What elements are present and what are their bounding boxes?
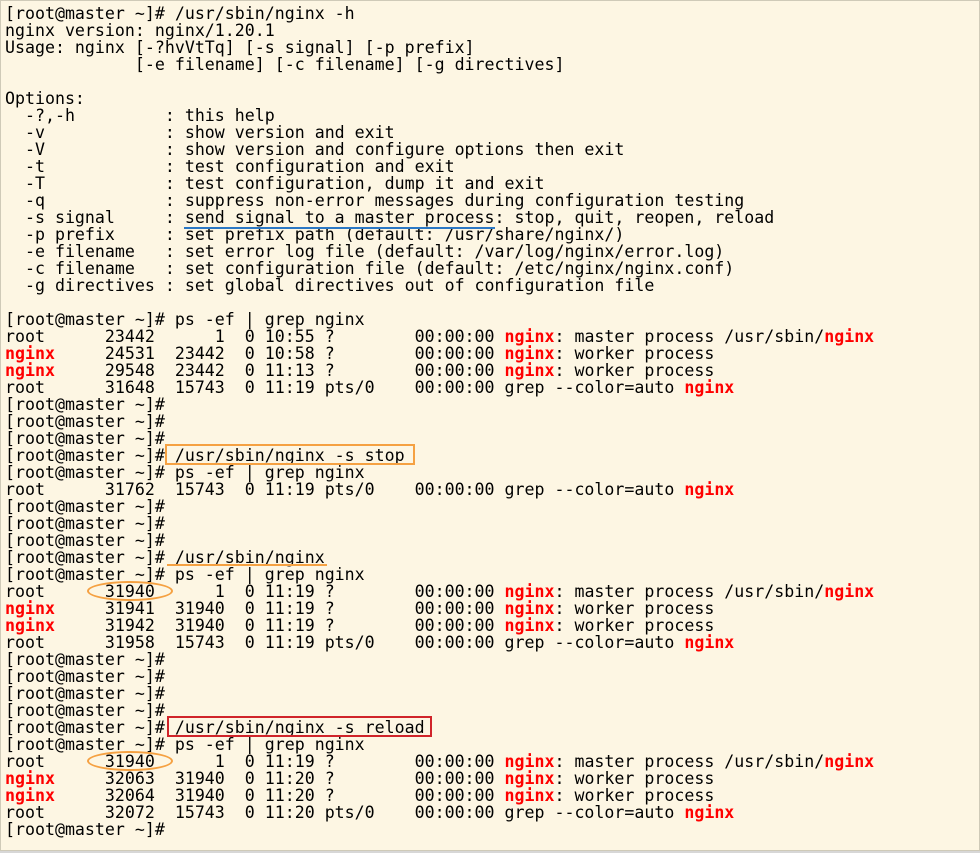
terminal-line: -T : test configuration, dump it and exi… [5, 175, 874, 192]
highlighted-match: nginx [824, 582, 875, 601]
terminal-line: root 31648 15743 0 11:19 pts/0 00:00:00 … [5, 379, 874, 396]
terminal-line: [root@master ~]# [5, 685, 874, 702]
terminal-line: root 31958 15743 0 11:19 pts/0 00:00:00 … [5, 634, 874, 651]
terminal-line: -V : show version and configure options … [5, 141, 874, 158]
terminal-line: nginx 32063 31940 0 11:20 ? 00:00:00 ngi… [5, 770, 874, 787]
highlighted-match: nginx [684, 480, 735, 499]
terminal-window[interactable]: [root@master ~]# /usr/sbin/nginx -h nginx… [0, 0, 980, 851]
terminal-line: [root@master ~]# [5, 668, 874, 685]
terminal-line: [root@master ~]# [5, 396, 874, 413]
terminal-line: [-e filename] [-c filename] [-g directiv… [5, 56, 874, 73]
terminal-line: [root@master ~]# /usr/sbin/nginx [5, 549, 874, 566]
terminal-line: -g directives : set global directives ou… [5, 277, 874, 294]
terminal-line: [root@master ~]# [5, 532, 874, 549]
highlighted-match: nginx [824, 327, 875, 346]
terminal-line: root 31762 15743 0 11:19 pts/0 00:00:00 … [5, 481, 874, 498]
terminal-line: -?,-h : this help [5, 107, 874, 124]
terminal-line: [root@master ~]# /usr/sbin/nginx -s stop [5, 447, 874, 464]
terminal-line: nginx 29548 23442 0 11:13 ? 00:00:00 ngi… [5, 362, 874, 379]
highlighted-match: nginx [684, 378, 735, 397]
terminal-line: [root@master ~]# [5, 702, 874, 719]
terminal-line: -q : suppress non-error messages during … [5, 192, 874, 209]
line-text: [-e filename] [-c filename] [-g directiv… [5, 55, 565, 74]
terminal-line: [root@master ~]# [5, 430, 874, 447]
highlighted-match: nginx [684, 803, 735, 822]
line-text: [root@master ~]# [5, 820, 165, 839]
line-text: -g directives : set global directives ou… [5, 276, 655, 295]
terminal-line: root 32072 15743 0 11:20 pts/0 00:00:00 … [5, 804, 874, 821]
terminal-line: nginx version: nginx/1.20.1 [5, 22, 874, 39]
terminal-line: nginx 32064 31940 0 11:20 ? 00:00:00 ngi… [5, 787, 874, 804]
terminal-line: -v : show version and exit [5, 124, 874, 141]
terminal-line: [root@master ~]# [5, 498, 874, 515]
terminal-line: [root@master ~]# /usr/sbin/nginx -h [5, 5, 874, 22]
terminal-line: [root@master ~]# ps -ef | grep nginx [5, 311, 874, 328]
terminal-line: Usage: nginx [-?hvVtTq] [-s signal] [-p … [5, 39, 874, 56]
terminal-line: [root@master ~]# [5, 651, 874, 668]
annotation-ellipse-master-pid-2 [87, 751, 173, 771]
terminal-line: -t : test configuration and exit [5, 158, 874, 175]
terminal-line: Options: [5, 90, 874, 107]
terminal-line: root 23442 1 0 10:55 ? 00:00:00 nginx: m… [5, 328, 874, 345]
terminal-output: [root@master ~]# /usr/sbin/nginx -h nginx… [5, 5, 874, 838]
highlighted-match: nginx [824, 752, 875, 771]
terminal-line: [root@master ~]# ps -ef | grep nginx [5, 464, 874, 481]
annotation-ellipse-master-pid-1 [87, 581, 173, 601]
highlighted-match: nginx [684, 633, 735, 652]
annotation-underline-start-command [167, 564, 327, 566]
annotation-box-reload-command [167, 716, 432, 737]
terminal-line: -s signal : send signal to a master proc… [5, 209, 874, 226]
terminal-line: [root@master ~]# /usr/sbin/nginx -s relo… [5, 719, 874, 736]
terminal-line: nginx 31942 31940 0 11:19 ? 00:00:00 ngi… [5, 617, 874, 634]
terminal-line: nginx 24531 23442 0 10:58 ? 00:00:00 ngi… [5, 345, 874, 362]
terminal-line: [root@master ~]# [5, 413, 874, 430]
terminal-line: nginx 31941 31940 0 11:19 ? 00:00:00 ngi… [5, 600, 874, 617]
terminal-line: -e filename : set error log file (defaul… [5, 243, 874, 260]
annotation-underline-send-signal [184, 227, 495, 229]
terminal-line: [root@master ~]# [5, 515, 874, 532]
terminal-line: [root@master ~]# [5, 821, 874, 838]
annotation-box-stop-command [165, 444, 415, 465]
terminal-line: -c filename : set configuration file (de… [5, 260, 874, 277]
